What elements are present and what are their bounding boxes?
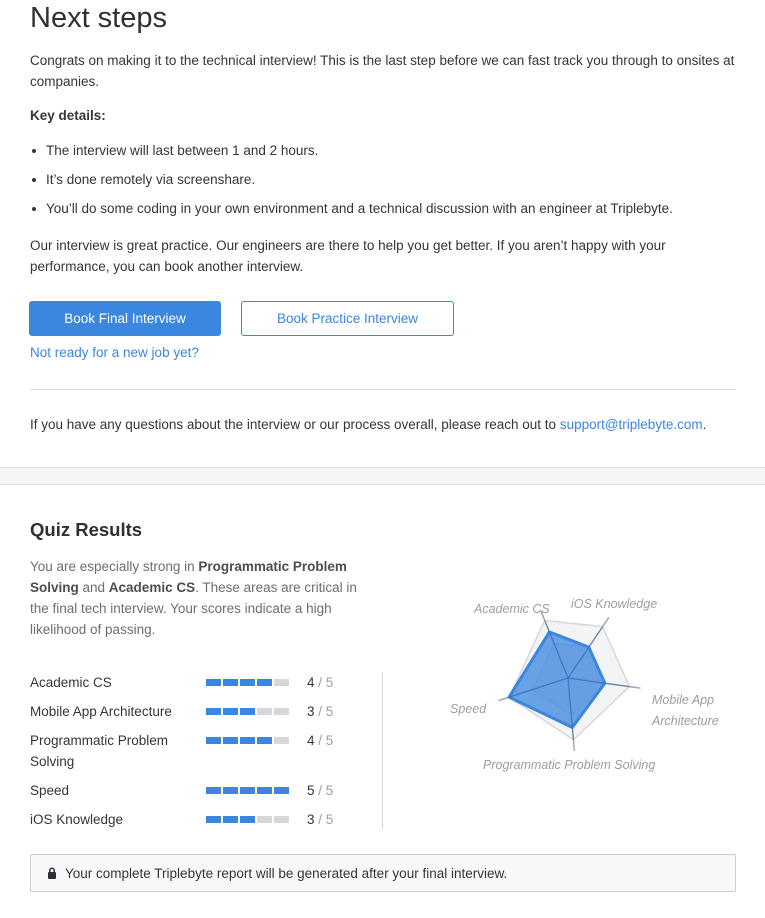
radar-axis-label-architecture: Architecture (651, 714, 719, 728)
score-value: 3 / 5 (307, 701, 333, 722)
key-details-list: The interview will last between 1 and 2 … (30, 140, 673, 227)
score-bar-filled (240, 787, 255, 794)
score-bar-filled (206, 708, 221, 715)
score-value: 4 / 5 (307, 672, 333, 693)
score-bar-empty (274, 737, 289, 744)
score-bar-filled (223, 708, 238, 715)
score-row-academic-cs: Academic CS 4 / 5 (30, 672, 360, 701)
list-item: It’s done remotely via screenshare. (30, 169, 673, 198)
score-bar-filled (257, 737, 272, 744)
score-bar-filled (240, 679, 255, 686)
score-max: / 5 (318, 812, 334, 827)
score-number: 3 (307, 704, 315, 719)
score-row-mobile-app-architecture: Mobile App Architecture 3 / 5 (30, 701, 360, 730)
section-separator (0, 467, 765, 485)
score-value: 4 / 5 (307, 730, 333, 751)
score-number: 5 (307, 783, 315, 798)
page-title: Next steps (30, 2, 167, 34)
report-notice: Your complete Triplebyte report will be … (30, 854, 736, 892)
list-item: You’ll do some coding in your own enviro… (30, 198, 673, 227)
list-item: The interview will last between 1 and 2 … (30, 140, 673, 169)
divider (30, 389, 736, 390)
support-email-link[interactable]: support@triplebyte.com (560, 417, 703, 432)
score-row-programmatic-problem-solving: Programmatic Problem Solving 4 / 5 (30, 730, 360, 780)
radar-axis-label-ios-knowledge: iOS Knowledge (571, 597, 657, 611)
score-bar-filled (257, 679, 272, 686)
score-max: / 5 (318, 704, 334, 719)
key-details-heading: Key details: (30, 108, 106, 123)
score-list: Academic CS 4 / 5 Mobile App Architectur… (30, 672, 360, 838)
score-value: 5 / 5 (307, 780, 333, 801)
strength-academic: Academic CS (108, 580, 196, 595)
summary-part: You are especially strong in (30, 559, 199, 574)
radar-chart: Academic CS iOS Knowledge Mobile App Arc… (450, 597, 719, 772)
radar-axis-label-mobile-app: Mobile App (652, 693, 714, 707)
summary-part: and (78, 580, 109, 595)
quiz-results-title: Quiz Results (30, 519, 143, 540)
not-ready-link[interactable]: Not ready for a new job yet? (30, 345, 199, 360)
notice-text: Your complete Triplebyte report will be … (65, 865, 508, 881)
score-max: / 5 (318, 783, 334, 798)
score-bar-filled (223, 737, 238, 744)
score-bar-filled (223, 816, 238, 823)
practice-text: Our interview is great practice. Our eng… (30, 238, 666, 274)
score-bar-filled (206, 679, 221, 686)
score-number: 4 (307, 675, 315, 690)
score-row-ios-knowledge: iOS Knowledge 3 / 5 (30, 809, 360, 838)
score-bar-filled (223, 679, 238, 686)
questions-text: If you have any questions about the inte… (30, 414, 740, 435)
score-max: / 5 (318, 675, 334, 690)
score-bars (206, 708, 289, 715)
score-bar-empty (274, 816, 289, 823)
questions-label: If you have any questions about the inte… (30, 417, 560, 432)
score-number: 3 (307, 812, 315, 827)
score-bar-empty (257, 708, 272, 715)
radar-axis-label-programmatic: Programmatic Problem Solving (483, 758, 655, 772)
score-label: Mobile App Architecture (30, 704, 172, 719)
lock-icon (47, 867, 57, 879)
score-number: 4 (307, 733, 315, 748)
score-bar-filled (240, 708, 255, 715)
score-label: Speed (30, 783, 70, 798)
score-bars (206, 679, 289, 686)
score-value: 3 / 5 (307, 809, 333, 830)
radar-axis-label-speed: Speed (450, 702, 487, 716)
score-label: Academic CS (30, 675, 112, 690)
score-bar-filled (240, 737, 255, 744)
score-bar-empty (274, 679, 289, 686)
score-bar-filled (223, 787, 238, 794)
score-bar-filled (206, 737, 221, 744)
score-bars (206, 787, 289, 794)
book-final-interview-button[interactable]: Book Final Interview (29, 301, 221, 336)
score-bar-empty (257, 816, 272, 823)
next-steps-section: Next steps Congrats on making it to the … (0, 0, 765, 467)
score-bar-empty (274, 708, 289, 715)
score-row-speed: Speed 5 / 5 (30, 780, 360, 809)
score-bar-filled (274, 787, 289, 794)
score-label: iOS Knowledge (30, 812, 124, 827)
score-bar-filled (257, 787, 272, 794)
score-bars (206, 816, 289, 823)
score-bar-filled (240, 816, 255, 823)
score-max: / 5 (318, 733, 334, 748)
score-bar-filled (206, 787, 221, 794)
radar-axis-label-academic-cs: Academic CS (473, 602, 550, 616)
questions-end: . (702, 417, 707, 432)
book-practice-interview-button[interactable]: Book Practice Interview (241, 301, 454, 336)
quiz-summary: You are especially strong in Programmati… (30, 556, 360, 640)
score-bar-filled (206, 816, 221, 823)
intro-text: Congrats on making it to the technical i… (30, 53, 735, 89)
score-label: Programmatic Problem Solving (30, 733, 169, 769)
score-bars (206, 737, 289, 744)
vertical-divider (382, 672, 383, 829)
